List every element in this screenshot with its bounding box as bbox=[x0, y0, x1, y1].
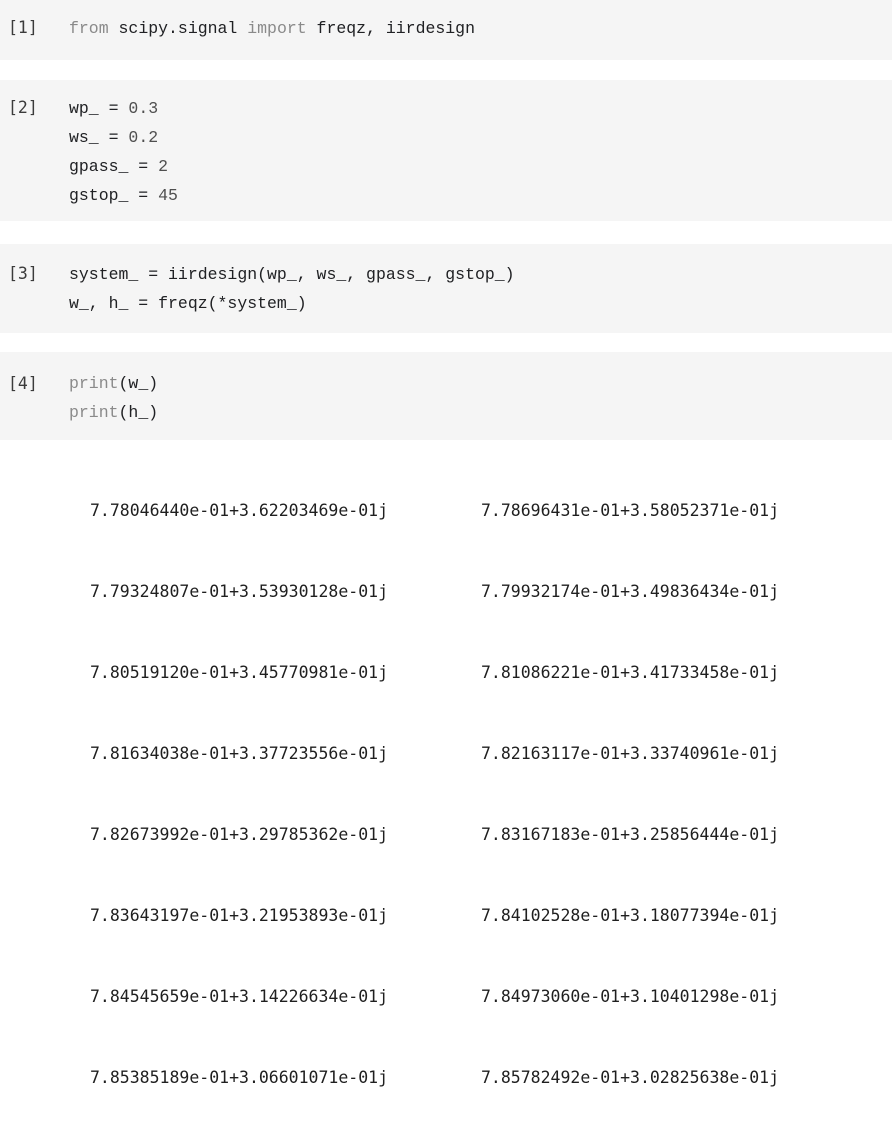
keyword: import bbox=[247, 19, 307, 38]
code-cell-2[interactable]: [2] wp_ = 0.3 ws_ = 0.2 gpass_ = 2 gstop… bbox=[0, 80, 892, 221]
keyword: from bbox=[69, 19, 109, 38]
output-value: 7.79932174e-01+3.49836434e-01j bbox=[481, 582, 780, 601]
code-line: ws_ = 0.2 bbox=[69, 128, 158, 147]
execution-count: [2] bbox=[8, 98, 38, 117]
output-value: 7.85782492e-01+3.02825638e-01j bbox=[481, 1068, 780, 1087]
output-value: 7.78696431e-01+3.58052371e-01j bbox=[481, 501, 780, 520]
code-line: print(w_) bbox=[69, 374, 158, 393]
output-value: 7.84973060e-01+3.10401298e-01j bbox=[481, 987, 780, 1006]
code-editor[interactable]: from scipy.signal import freqz, iirdesig… bbox=[69, 14, 475, 43]
output-value: 7.82673992e-01+3.29785362e-01j bbox=[90, 825, 389, 844]
code-text: ws_ = bbox=[69, 128, 129, 147]
output-value: 7.83167183e-01+3.25856444e-01j bbox=[481, 825, 780, 844]
output-value: 7.81086221e-01+3.41733458e-01j bbox=[481, 663, 780, 682]
code-line: w_, h_ = freqz(*system_) bbox=[69, 294, 307, 313]
code-text: w_, h_ = freqz(*system_) bbox=[69, 294, 307, 313]
output-value: 7.84545659e-01+3.14226634e-01j bbox=[90, 987, 389, 1006]
code-text: gstop_ = bbox=[69, 186, 159, 205]
code-line: system_ = iirdesign(wp_, ws_, gpass_, gs… bbox=[69, 265, 515, 284]
notebook: [1] from scipy.signal import freqz, iird… bbox=[0, 0, 892, 1087]
output-value: 7.84102528e-01+3.18077394e-01j bbox=[481, 906, 780, 925]
number-literal: 0.2 bbox=[128, 128, 159, 147]
code-editor[interactable]: wp_ = 0.3 ws_ = 0.2 gpass_ = 2 gstop_ = … bbox=[69, 94, 178, 210]
cell-output: 7.78046440e-01+3.62203469e-01j 7.78696431… bbox=[90, 443, 779, 1145]
output-row: 7.79324807e-01+3.53930128e-01j 7.79932174… bbox=[90, 578, 779, 605]
output-value: 7.81634038e-01+3.37723556e-01j bbox=[90, 744, 389, 763]
output-row: 7.80519120e-01+3.45770981e-01j 7.81086221… bbox=[90, 659, 779, 686]
code-text: scipy.signal bbox=[108, 19, 248, 38]
code-text: wp_ = bbox=[69, 99, 129, 118]
builtin-function: print bbox=[69, 374, 119, 393]
output-value: 7.78046440e-01+3.62203469e-01j bbox=[90, 501, 389, 520]
output-row: 7.78046440e-01+3.62203469e-01j 7.78696431… bbox=[90, 497, 779, 524]
code-line: from scipy.signal import freqz, iirdesig… bbox=[69, 19, 475, 38]
output-row: 7.85385189e-01+3.06601071e-01j 7.85782492… bbox=[90, 1064, 779, 1091]
number-literal: 0.3 bbox=[128, 99, 159, 118]
code-line: print(h_) bbox=[69, 403, 158, 422]
code-cell-1[interactable]: [1] from scipy.signal import freqz, iird… bbox=[0, 0, 892, 60]
code-editor[interactable]: system_ = iirdesign(wp_, ws_, gpass_, gs… bbox=[69, 260, 515, 318]
code-line: wp_ = 0.3 bbox=[69, 99, 158, 118]
execution-count: [3] bbox=[8, 264, 38, 283]
output-row: 7.84545659e-01+3.14226634e-01j 7.84973060… bbox=[90, 983, 779, 1010]
output-value: 7.85385189e-01+3.06601071e-01j bbox=[90, 1068, 389, 1087]
builtin-function: print bbox=[69, 403, 119, 422]
output-value: 7.83643197e-01+3.21953893e-01j bbox=[90, 906, 389, 925]
code-text: system_ = iirdesign(wp_, ws_, gpass_, gs… bbox=[69, 265, 515, 284]
code-line: gstop_ = 45 bbox=[69, 186, 178, 205]
execution-count: [1] bbox=[8, 18, 38, 37]
code-text: freqz, iirdesign bbox=[306, 19, 475, 38]
output-row: 7.83643197e-01+3.21953893e-01j 7.84102528… bbox=[90, 902, 779, 929]
code-editor[interactable]: print(w_) print(h_) bbox=[69, 369, 158, 427]
execution-count: [4] bbox=[8, 374, 38, 393]
output-value: 7.80519120e-01+3.45770981e-01j bbox=[90, 663, 389, 682]
output-row: 7.81634038e-01+3.37723556e-01j 7.82163117… bbox=[90, 740, 779, 767]
number-literal: 45 bbox=[158, 186, 178, 205]
code-text: (h_) bbox=[118, 403, 159, 422]
code-cell-3[interactable]: [3] system_ = iirdesign(wp_, ws_, gpass_… bbox=[0, 244, 892, 333]
number-literal: 2 bbox=[158, 157, 169, 176]
output-row: 7.82673992e-01+3.29785362e-01j 7.83167183… bbox=[90, 821, 779, 848]
code-line: gpass_ = 2 bbox=[69, 157, 168, 176]
code-cell-4[interactable]: [4] print(w_) print(h_) bbox=[0, 352, 892, 440]
output-value: 7.79324807e-01+3.53930128e-01j bbox=[90, 582, 389, 601]
code-text: (w_) bbox=[118, 374, 159, 393]
output-value: 7.82163117e-01+3.33740961e-01j bbox=[481, 744, 780, 763]
code-text: gpass_ = bbox=[69, 157, 159, 176]
